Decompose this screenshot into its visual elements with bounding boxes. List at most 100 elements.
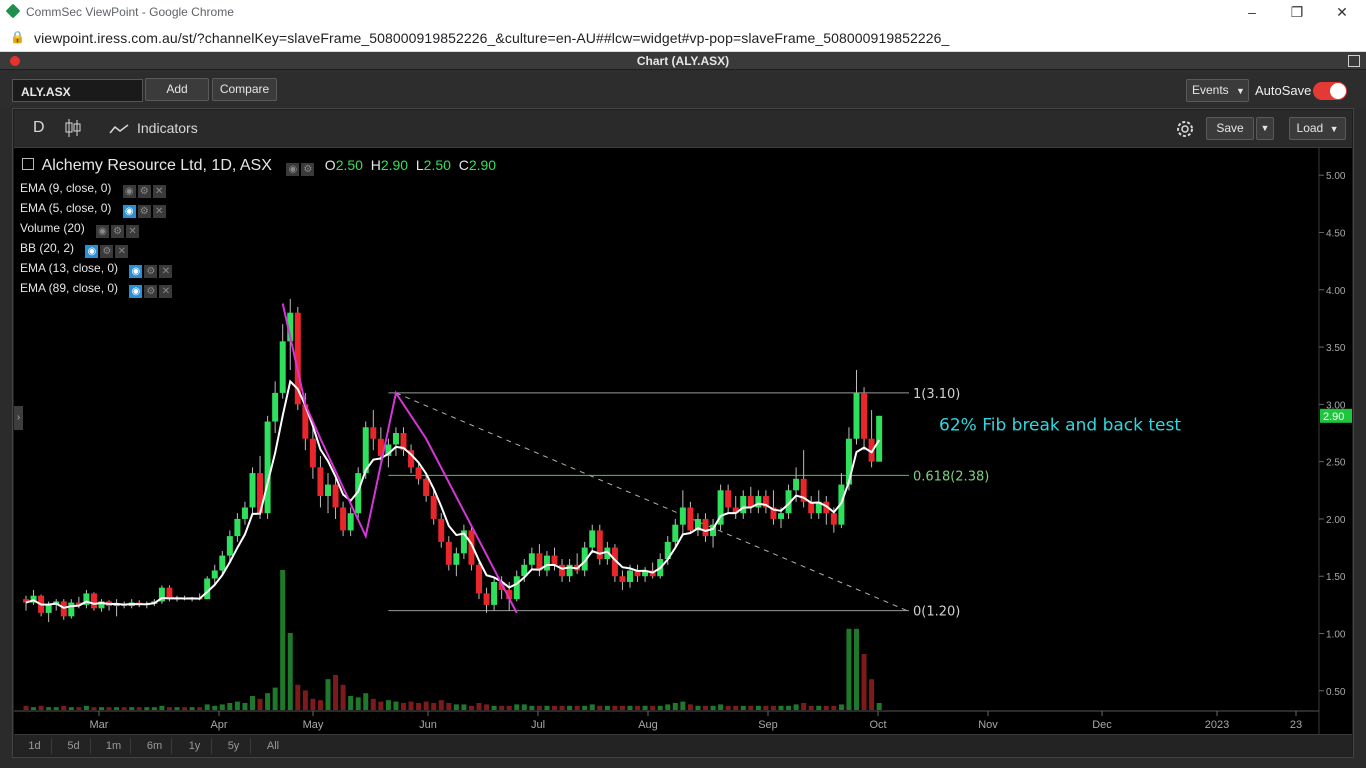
eye-icon[interactable]: ◉ [96, 225, 110, 238]
range-button-all[interactable]: All [256, 738, 290, 754]
time-tick-label: Dec [1092, 719, 1112, 731]
volume-bar [672, 703, 678, 710]
lock-icon: 🔒 [10, 30, 25, 44]
volume-bar [733, 705, 739, 710]
price-tick-label: 5.00 [1326, 171, 1346, 182]
candle-body [876, 415, 883, 462]
close-icon[interactable]: ✕ [152, 205, 166, 218]
volume-bar [861, 654, 867, 710]
maximize-panel-icon[interactable] [1348, 55, 1360, 67]
volume-bar [627, 705, 633, 710]
price-tick-label: 3.50 [1326, 343, 1346, 354]
toggle-knob [1330, 83, 1346, 99]
collapse-legend-icon[interactable] [22, 158, 34, 170]
close-icon[interactable]: ✕ [1330, 2, 1354, 22]
gear-icon[interactable]: ⚙ [137, 205, 151, 218]
eye-icon[interactable]: ◉ [129, 285, 143, 298]
chart-annotation[interactable]: 62% Fib break and back test [939, 416, 1181, 436]
expand-sidebar-chevron-icon[interactable]: › [14, 406, 23, 430]
indicators-icon[interactable] [109, 122, 129, 138]
range-button-5d[interactable]: 5d [57, 738, 91, 754]
candle-body [702, 518, 709, 537]
range-button-5y[interactable]: 5y [217, 738, 251, 754]
volume-bar [144, 707, 150, 710]
range-button-6m[interactable]: 6m [138, 738, 172, 754]
autosave-toggle[interactable] [1313, 82, 1347, 100]
volume-bar [816, 705, 822, 710]
gear-icon[interactable]: ⚙ [111, 225, 125, 238]
eye-icon[interactable]: ◉ [122, 185, 136, 198]
add-button[interactable]: Add [145, 78, 209, 101]
range-button-1m[interactable]: 1m [97, 738, 131, 754]
events-dropdown[interactable]: Events ▼ [1186, 79, 1249, 102]
price-tick-label: 2.50 [1326, 458, 1346, 469]
volume-bar [295, 684, 301, 710]
restore-icon[interactable]: ❐ [1285, 2, 1309, 22]
volume-bar [416, 703, 422, 710]
save-button[interactable]: Save [1206, 117, 1254, 140]
address-bar[interactable]: 🔒 viewpoint.iress.com.au/st/?channelKey=… [0, 24, 1366, 52]
study-legend-volume: Volume (20) ◉ ⚙ ✕ [20, 221, 140, 238]
volume-bar [846, 628, 852, 710]
volume-bar [401, 703, 406, 710]
candlestick-type-icon[interactable] [64, 118, 82, 141]
volume-bar [506, 705, 512, 710]
volume-bar [665, 704, 671, 710]
candle-body [672, 524, 679, 542]
eye-icon[interactable]: ◉ [122, 205, 136, 218]
volume-bar [219, 704, 225, 710]
gear-icon[interactable]: ⚙ [137, 185, 151, 198]
hide-series-eye-icon[interactable]: ◉ [286, 163, 300, 176]
candle-body [725, 490, 732, 508]
volume-bar [129, 707, 135, 710]
volume-bar [650, 705, 656, 710]
volume-bar [635, 705, 641, 710]
price-tick-label: 2.00 [1326, 515, 1346, 526]
url-text[interactable]: viewpoint.iress.com.au/st/?channelKey=sl… [34, 30, 949, 46]
close-icon[interactable]: ✕ [159, 265, 173, 278]
close-icon[interactable]: ✕ [152, 185, 166, 198]
close-icon[interactable]: ✕ [126, 225, 140, 238]
instrument-name: Alchemy Resource Ltd, 1D, ASX [41, 157, 272, 174]
interval-selector[interactable]: D [33, 119, 45, 137]
volume-bar [378, 701, 384, 710]
price-chart[interactable]: 5.004.504.003.503.002.502.001.501.000.50… [14, 148, 1352, 734]
volume-bar [242, 703, 248, 710]
symbol-toolbar: ALY.ASX Add Compare Events ▼ AutoSave [0, 70, 1366, 108]
load-dropdown[interactable]: Load ▼ [1289, 117, 1346, 140]
volume-bar [748, 705, 754, 710]
close-icon[interactable]: ✕ [159, 285, 173, 298]
volume-bar [793, 704, 799, 710]
minimize-icon[interactable]: – [1240, 2, 1264, 22]
range-selector: 1d 5d 1m 6m 1y 5y All [14, 734, 1352, 756]
compare-button[interactable]: Compare [212, 78, 277, 101]
price-tick-label: 0.50 [1326, 687, 1346, 698]
volume-bar [642, 705, 648, 710]
volume-bar [310, 698, 316, 710]
candle-body [249, 473, 256, 508]
range-button-1d[interactable]: 1d [18, 738, 52, 754]
range-button-1y[interactable]: 1y [178, 738, 212, 754]
gear-icon[interactable]: ⚙ [144, 285, 158, 298]
volume-bar [778, 705, 784, 710]
gear-icon[interactable]: ⚙ [144, 265, 158, 278]
settings-gear-icon[interactable] [1174, 118, 1196, 143]
fib-level-label: 0.618(2.38) [913, 469, 989, 484]
gear-icon[interactable]: ⚙ [100, 245, 114, 258]
close-icon[interactable]: ✕ [115, 245, 129, 258]
indicators-button[interactable]: Indicators [137, 120, 198, 136]
save-options-chevron-icon[interactable]: ▼ [1256, 117, 1274, 140]
volume-bar [333, 675, 339, 710]
app-icon [5, 3, 21, 19]
series-settings-gear-icon[interactable]: ⚙ [301, 163, 315, 176]
study-legend-ema-5: EMA (5, close, 0) ◉ ⚙ ✕ [20, 201, 166, 218]
volume-bar [831, 705, 837, 710]
volume-bar [355, 697, 361, 710]
candle-body [793, 478, 800, 491]
candle-body [740, 496, 747, 514]
eye-icon[interactable]: ◉ [129, 265, 143, 278]
eye-icon[interactable]: ◉ [85, 245, 99, 258]
candle-body [241, 507, 248, 519]
symbol-input[interactable]: ALY.ASX [12, 79, 143, 102]
volume-bar [423, 701, 429, 710]
